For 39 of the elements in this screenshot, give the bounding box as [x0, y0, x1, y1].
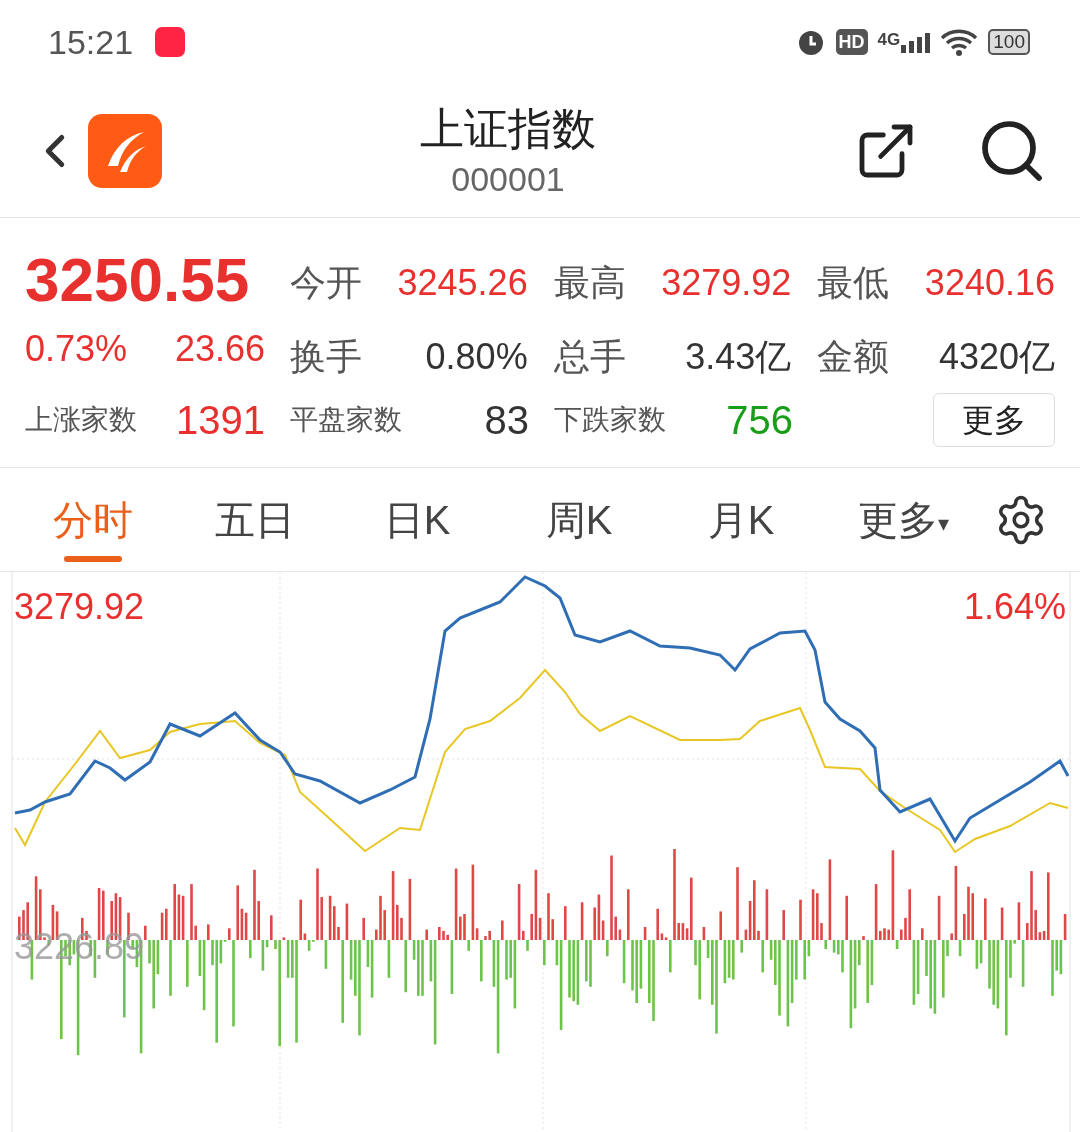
stat-value: 3279.92 [661, 261, 792, 305]
high-price-label: 3279.92 [14, 585, 145, 629]
hd-badge: HD [835, 29, 868, 55]
high-percent-label: 1.64% [963, 585, 1066, 629]
wifi-icon [940, 28, 979, 56]
change-value: 23.66 [174, 327, 265, 371]
breadth-value: 756 [726, 397, 793, 444]
chart-tab[interactable]: 五日 [174, 467, 336, 572]
battery-indicator: 100 [988, 29, 1030, 55]
breadth-label: 上涨家数 [25, 403, 137, 437]
breadth-value: 1391 [176, 397, 265, 444]
stat-label: 金额 [817, 335, 890, 379]
price-value: 3250.55 [25, 246, 251, 314]
notification-app-icon [155, 27, 186, 57]
change-percent: 0.73% [25, 327, 128, 371]
stat-value: 3245.26 [397, 261, 528, 305]
stock-code: 000001 [451, 158, 565, 200]
breadth-value: 83 [484, 397, 529, 444]
chart-tab[interactable]: 日K [336, 467, 498, 572]
stat-label: 最高 [553, 261, 626, 305]
network-label: 4G [877, 31, 901, 49]
stat-value: 4320亿 [938, 335, 1055, 379]
stat-label: 总手 [553, 335, 626, 379]
page-title: 上证指数 [420, 102, 596, 155]
stat-value: 3240.16 [924, 261, 1055, 305]
breadth-label: 平盘家数 [290, 403, 402, 437]
chart-tab[interactable]: 月K [660, 467, 822, 572]
signal-icon [900, 31, 931, 53]
app-logo-icon [88, 113, 162, 188]
stat-label: 今开 [290, 261, 362, 305]
breadth-label: 下跌家数 [554, 403, 666, 437]
chart-tab[interactable]: 周K [498, 467, 660, 572]
chart-tab[interactable]: 更多▾ [822, 467, 984, 572]
stat-value: 3.43亿 [685, 335, 792, 379]
stat-label: 最低 [817, 261, 890, 305]
more-button[interactable]: 更多 [933, 393, 1055, 447]
status-time: 15:21 [48, 21, 134, 63]
stat-label: 换手 [290, 335, 362, 379]
stat-value: 0.80% [425, 335, 528, 379]
